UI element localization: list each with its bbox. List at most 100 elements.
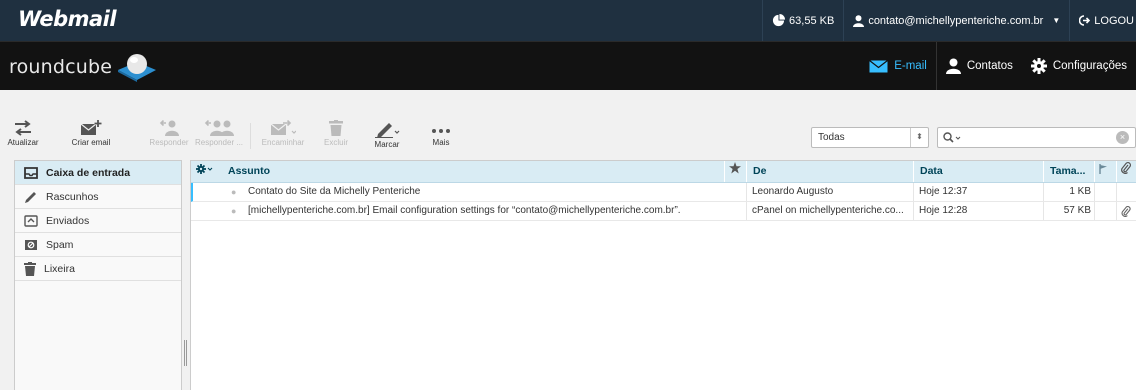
logo-text: roundcube xyxy=(9,56,113,78)
message-date: Hoje 12:37 xyxy=(919,186,968,197)
forward-button[interactable]: Encaminhar xyxy=(258,120,308,147)
reply-all-label: Responder ... xyxy=(194,138,244,147)
reply-all-button[interactable]: Responder ... xyxy=(193,120,245,147)
list-options-button[interactable] xyxy=(191,161,220,182)
logout-label: LOGOU xyxy=(1094,14,1134,27)
reply-icon xyxy=(159,120,179,136)
quota-value: 63,55 KB xyxy=(789,14,835,27)
more-label: Mais xyxy=(432,138,450,147)
message-size: 1 KB xyxy=(1069,186,1091,197)
list-header: Assunto De Data Tama... xyxy=(191,161,1136,183)
compose-icon xyxy=(80,120,102,135)
cell-divider xyxy=(1094,183,1095,201)
reply-all-icon xyxy=(204,120,234,136)
roundcube-logo-icon xyxy=(118,54,157,82)
star-icon xyxy=(729,162,741,174)
folder-drafts[interactable]: Rascunhos xyxy=(15,185,181,209)
cell-divider xyxy=(913,202,914,220)
nav-settings-label: Configurações xyxy=(1052,60,1127,72)
reset-search-icon[interactable]: × xyxy=(1116,131,1129,144)
webmail-logo[interactable]: Webmail xyxy=(18,7,117,31)
trash-icon xyxy=(24,261,36,276)
compose-button[interactable]: Criar email xyxy=(68,120,114,147)
folder-inbox[interactable]: Caixa de entrada xyxy=(15,161,181,185)
mark-label: Marcar xyxy=(374,140,400,149)
logout-icon xyxy=(1079,15,1091,26)
filter-value: Todas xyxy=(818,132,845,143)
disk-quota[interactable]: 63,55 KB xyxy=(762,0,843,41)
cell-divider xyxy=(746,183,747,201)
column-date[interactable]: Data xyxy=(913,161,1042,182)
filter-select[interactable]: Todas ⬍ xyxy=(811,127,929,148)
folder-label: Spam xyxy=(46,238,74,251)
delete-label: Excluir xyxy=(323,138,348,147)
cell-divider xyxy=(1043,202,1044,220)
message-row[interactable]: ● Contato do Site da Michelly Penteriche… xyxy=(191,183,1136,202)
nav-email-label: E-mail xyxy=(894,60,927,72)
message-from: Leonardo Augusto xyxy=(752,186,834,197)
logout-button[interactable]: LOGOU xyxy=(1069,0,1136,41)
sent-icon xyxy=(24,214,38,227)
message-subject[interactable]: Contato do Site da Michelly Penteriche xyxy=(248,183,718,201)
flag-icon xyxy=(1099,164,1107,174)
cpanel-bar: Webmail 63,55 KB contato@michellypenteri… xyxy=(0,0,1136,41)
app-header: roundcube E-mail Contatos Configurações xyxy=(0,41,1136,90)
column-attachment[interactable] xyxy=(1116,161,1136,182)
column-status-flag[interactable] xyxy=(1094,161,1115,182)
select-arrows-icon: ⬍ xyxy=(910,128,928,147)
forward-label: Encaminhar xyxy=(261,138,305,147)
pie-chart-icon xyxy=(772,14,786,27)
reply-label: Responder xyxy=(149,138,189,147)
column-flag[interactable] xyxy=(724,161,745,182)
cell-divider xyxy=(1043,183,1044,201)
column-subject[interactable]: Assunto xyxy=(222,161,722,182)
folder-trash[interactable]: Lixeira xyxy=(15,257,181,281)
inbox-icon xyxy=(24,166,38,179)
unread-dot-icon: ● xyxy=(231,187,237,197)
forward-icon xyxy=(270,120,296,135)
cell-divider xyxy=(1116,202,1117,220)
pane-splitter[interactable] xyxy=(184,340,187,366)
roundcube-logo[interactable]: roundcube xyxy=(9,52,158,82)
pencil-icon xyxy=(25,191,36,203)
nav-settings[interactable]: Configurações xyxy=(1022,42,1136,90)
more-button[interactable]: Mais xyxy=(428,120,454,147)
account-menu[interactable]: contato@michellypenteriche.com.br ▼ xyxy=(843,0,1069,41)
folder-spam[interactable]: Spam xyxy=(15,233,181,257)
delete-button[interactable]: Excluir xyxy=(319,120,353,147)
toolbar-divider xyxy=(250,123,251,149)
nav-email[interactable]: E-mail xyxy=(860,42,936,90)
search-input[interactable] xyxy=(964,130,1104,145)
nav-contacts[interactable]: Contatos xyxy=(937,42,1022,90)
trash-icon xyxy=(329,120,343,136)
nav-contacts-label: Contatos xyxy=(966,60,1013,72)
reply-button[interactable]: Responder xyxy=(147,120,191,147)
envelope-icon xyxy=(869,59,889,72)
column-size[interactable]: Tama... xyxy=(1043,161,1093,182)
folder-label: Lixeira xyxy=(44,262,75,275)
refresh-button[interactable]: Atualizar xyxy=(5,120,41,147)
user-icon xyxy=(853,14,865,27)
folder-sent[interactable]: Enviados xyxy=(15,209,181,233)
search-box[interactable]: × xyxy=(937,127,1136,148)
refresh-label: Atualizar xyxy=(7,138,39,147)
message-from: cPanel on michellypenteriche.co... xyxy=(752,205,904,216)
chevron-down-icon: ▼ xyxy=(1052,16,1061,25)
message-size: 57 KB xyxy=(1063,205,1091,216)
refresh-icon xyxy=(15,120,31,136)
message-row[interactable]: ● [michellypenteriche.com.br] Email conf… xyxy=(191,202,1136,221)
person-icon xyxy=(945,58,961,74)
cell-divider xyxy=(746,202,747,220)
gear-icon xyxy=(196,164,213,174)
unread-dot-icon: ● xyxy=(231,206,237,216)
compose-label: Criar email xyxy=(71,138,111,147)
mark-button[interactable]: Marcar xyxy=(371,120,403,149)
message-subject[interactable]: [michellypenteriche.com.br] Email config… xyxy=(248,202,722,220)
message-list: Assunto De Data Tama... ● Contato do Sit… xyxy=(190,160,1136,390)
column-from[interactable]: De xyxy=(746,161,912,182)
folder-label: Enviados xyxy=(46,214,90,227)
cell-divider xyxy=(913,183,914,201)
cell-divider xyxy=(1116,183,1117,201)
search-icon[interactable] xyxy=(943,132,961,143)
folder-label: Caixa de entrada xyxy=(46,166,131,179)
